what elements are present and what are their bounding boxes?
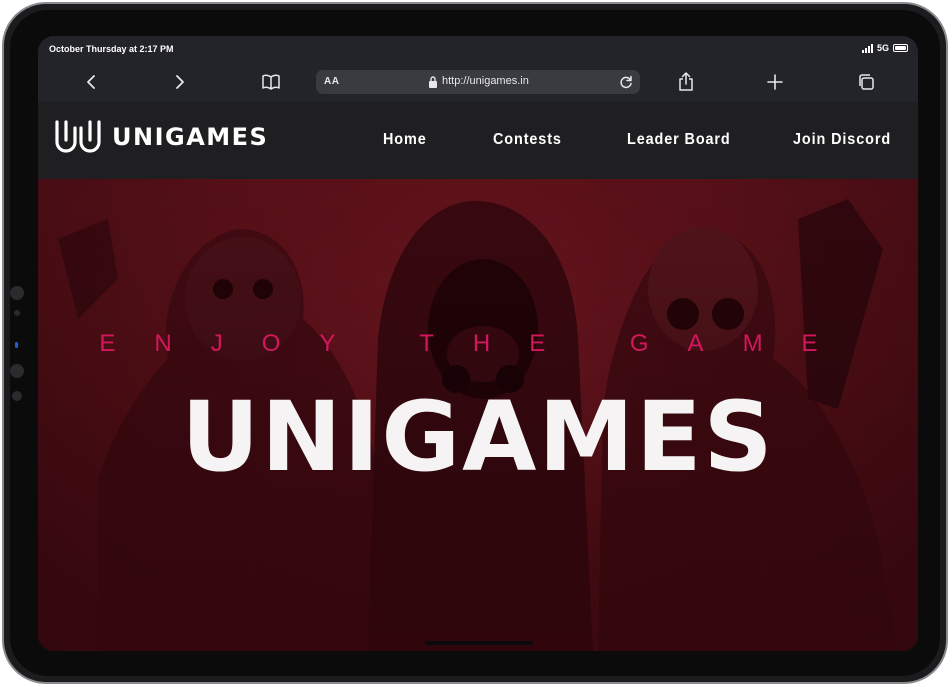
reader-mode-button[interactable]: AA (324, 76, 339, 87)
side-button (10, 286, 24, 300)
nav-contests[interactable]: Contests (493, 131, 562, 149)
side-button (10, 364, 24, 378)
back-icon[interactable] (79, 70, 103, 94)
browser-screen: October Thursday at 2:17 PM 5G AA http:/… (38, 36, 918, 651)
new-tab-icon[interactable] (763, 70, 787, 94)
camera-indicator (15, 342, 18, 348)
hero-tagline: ENJOY THE GAME (99, 330, 857, 357)
share-icon[interactable] (674, 70, 698, 94)
browser-toolbar: AA http://unigames.in (38, 62, 918, 102)
home-indicator[interactable] (425, 641, 533, 645)
hero-title: UNIGAMES (181, 381, 775, 493)
side-indicator (14, 310, 20, 316)
side-button (12, 391, 22, 401)
nav-home[interactable]: Home (383, 131, 427, 149)
lock-icon (429, 76, 437, 88)
logo-text: UNIGAMES (112, 123, 269, 151)
hero-banner: ENJOY THE GAME UNIGAMES (38, 179, 918, 651)
network-label: 5G (876, 43, 889, 53)
nav-join-discord[interactable]: Join Discord (793, 131, 891, 149)
status-bar: October Thursday at 2:17 PM 5G (38, 36, 918, 62)
address-bar[interactable]: AA http://unigames.in (316, 70, 640, 94)
reload-icon[interactable] (618, 74, 634, 90)
tabs-icon[interactable] (854, 70, 878, 94)
signal-icon (861, 43, 873, 53)
status-time: October Thursday at 2:17 PM (49, 44, 174, 54)
battery-icon (893, 44, 908, 52)
nav-leader-board[interactable]: Leader Board (627, 131, 731, 149)
unigames-logo-icon (55, 120, 101, 153)
status-indicators: 5G (861, 43, 908, 53)
site-header: UNIGAMES Home Contests Leader Board Join… (38, 102, 918, 179)
forward-icon[interactable] (168, 70, 192, 94)
bookmarks-icon[interactable] (259, 70, 283, 94)
url-text[interactable]: http://unigames.in (442, 75, 529, 87)
site-logo[interactable]: UNIGAMES (54, 120, 268, 154)
